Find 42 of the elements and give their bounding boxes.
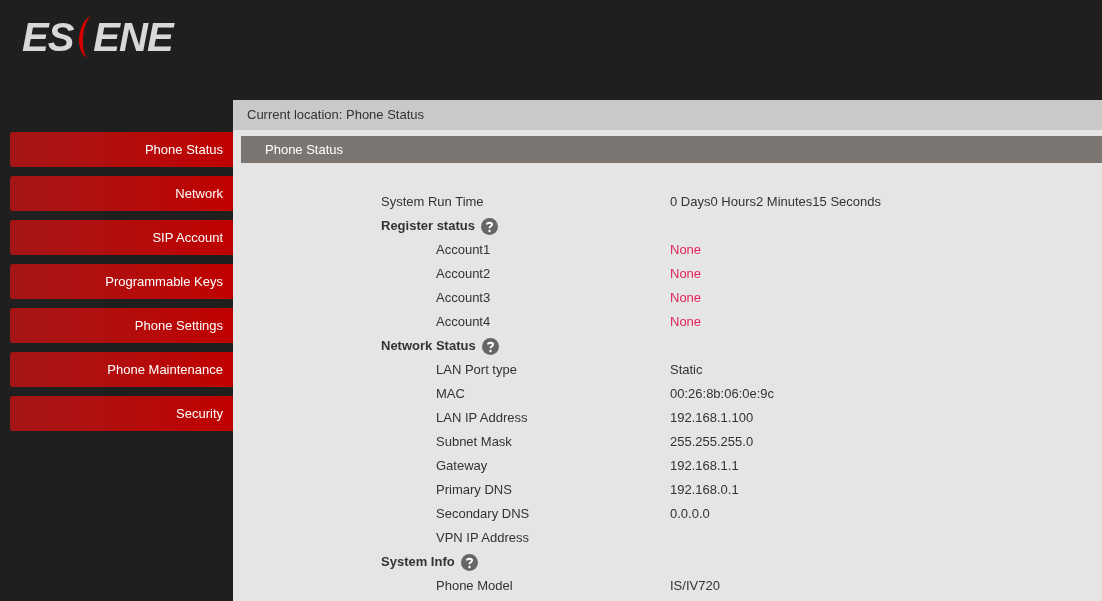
help-icon[interactable]: [481, 337, 499, 355]
field-label: Secondary DNS: [436, 505, 531, 524]
nav-button[interactable]: Phone Maintenance: [10, 352, 233, 387]
field-label: Account1: [436, 241, 492, 260]
nav-button[interactable]: Phone Settings: [10, 308, 233, 343]
field-label: Subnet Mask: [436, 433, 513, 452]
section-heading: Register status: [381, 217, 475, 236]
field-value: Static: [670, 361, 703, 380]
field-value: 255.255.255.0: [670, 433, 754, 452]
field-label: System Run Time: [381, 193, 485, 212]
field-label: Account2: [436, 265, 492, 284]
field-value: None: [670, 265, 702, 284]
field-label: Account4: [436, 313, 492, 332]
field-value: None: [670, 313, 702, 332]
field-value: 192.168.1.1: [670, 457, 739, 476]
field-label: Primary DNS: [436, 481, 513, 500]
field-value: 0.0.0.0: [670, 505, 710, 524]
field-value: IS/IV720: [670, 577, 720, 596]
nav-button[interactable]: Network: [10, 176, 233, 211]
field-label: LAN Port type: [436, 361, 518, 380]
breadcrumb: Current location: Phone Status: [233, 100, 1102, 130]
field-value: 0 Days0 Hours2 Minutes15 Seconds: [670, 193, 881, 212]
section-heading: System Info: [381, 553, 455, 572]
help-icon[interactable]: [460, 553, 478, 571]
field-value: 192.168.1.100: [670, 409, 754, 428]
help-icon[interactable]: [480, 217, 498, 235]
field-value: None: [670, 241, 702, 260]
field-label: Account3: [436, 289, 492, 308]
logo: ES ENE: [22, 14, 173, 60]
field-label: LAN IP Address: [436, 409, 529, 428]
field-value: None: [670, 289, 702, 308]
nav-button[interactable]: SIP Account: [10, 220, 233, 255]
field-label: VPN IP Address: [436, 529, 530, 548]
nav-button[interactable]: Programmable Keys: [10, 264, 233, 299]
field-label: Gateway: [436, 457, 489, 476]
field-value: 00:26:8b:06:0e:9c: [670, 385, 775, 404]
field-value: 192.168.0.1: [670, 481, 739, 500]
section-heading: Network Status: [381, 337, 476, 356]
field-label: Phone Model: [436, 577, 514, 596]
nav-button[interactable]: Phone Status: [10, 132, 233, 167]
field-label: MAC: [436, 385, 466, 404]
nav-button[interactable]: Security: [10, 396, 233, 431]
